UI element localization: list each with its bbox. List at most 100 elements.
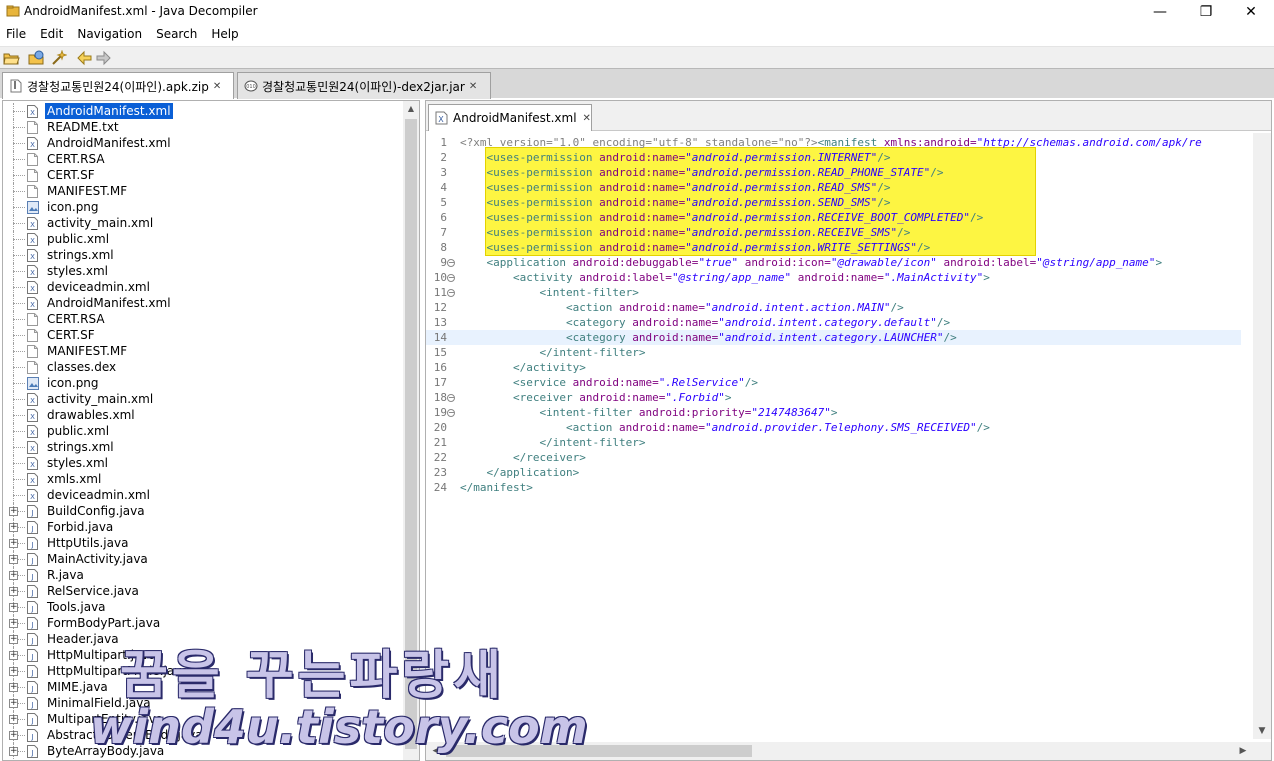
tree-item[interactable]: Xstrings.xml — [3, 247, 405, 263]
fold-toggle-icon[interactable]: − — [447, 394, 455, 402]
code-editor[interactable]: 1 <?xml version="1.0" encoding="utf-8" st… — [426, 133, 1241, 735]
tree-item[interactable]: CERT.SF — [3, 167, 405, 183]
code-token: android:name= — [599, 181, 686, 194]
tree-item[interactable]: + J BuildConfig.java — [3, 503, 405, 519]
editor-tab-androidmanifest[interactable]: X AndroidManifest.xml ✕ — [428, 104, 592, 131]
fold-toggle-icon[interactable]: − — [447, 289, 455, 297]
expand-icon[interactable]: + — [9, 667, 18, 676]
expand-icon[interactable]: + — [9, 571, 18, 580]
tree-item[interactable]: + J HttpMultipart.java — [3, 647, 405, 663]
tree-guide-line — [13, 495, 25, 496]
fold-toggle-icon[interactable]: − — [447, 259, 455, 267]
menu-file[interactable]: File — [0, 24, 34, 44]
code-token: > — [983, 271, 990, 284]
tree-item[interactable]: Xdrawables.xml — [3, 407, 405, 423]
maximize-button[interactable]: ❐ — [1183, 0, 1229, 24]
tree-item[interactable]: X AndroidManifest.xml — [3, 103, 405, 119]
tree-item[interactable]: classes.dex — [3, 359, 405, 375]
tree-item[interactable]: + J MIME.java — [3, 679, 405, 695]
tree-item[interactable]: MANIFEST.MF — [3, 183, 405, 199]
close-tab-icon[interactable]: ✕ — [583, 113, 591, 124]
close-tab-icon[interactable]: ✕ — [213, 81, 221, 92]
expand-icon[interactable]: + — [9, 635, 18, 644]
tree-item[interactable]: README.txt — [3, 119, 405, 135]
tree-item[interactable]: + J HttpMultipartMode.java — [3, 663, 405, 679]
scroll-up-icon[interactable]: ▲ — [403, 101, 419, 117]
expand-icon[interactable]: + — [9, 603, 18, 612]
java-file-icon: J — [27, 521, 39, 534]
expand-icon[interactable]: + — [9, 731, 18, 740]
tree-item-label: Tools.java — [47, 600, 106, 614]
tree-item[interactable]: + J AbstractContentBody.java — [3, 727, 405, 743]
expand-icon[interactable]: + — [9, 523, 18, 532]
tree-item-label: CERT.SF — [47, 168, 95, 182]
editor-horizontal-scrollbar[interactable]: ◀ ▶ — [426, 742, 1271, 760]
tree-item-label: AndroidManifest.xml — [47, 296, 171, 310]
expand-icon[interactable]: + — [9, 683, 18, 692]
tree-item[interactable]: + J R.java — [3, 567, 405, 583]
fold-toggle-icon[interactable]: − — [447, 274, 455, 282]
tree-item[interactable]: CERT.RSA — [3, 151, 405, 167]
line-number: 20 — [433, 421, 447, 434]
close-tab-icon[interactable]: ✕ — [469, 81, 477, 92]
tree-vertical-scrollbar[interactable]: ▲ — [403, 101, 419, 760]
tree-item[interactable]: X AndroidManifest.xml — [3, 295, 405, 311]
expand-icon[interactable]: + — [9, 555, 18, 564]
expand-icon[interactable]: + — [9, 539, 18, 548]
expand-icon[interactable]: + — [9, 651, 18, 660]
tree-item[interactable]: + J HttpUtils.java — [3, 535, 405, 551]
tree-item[interactable]: X AndroidManifest.xml — [3, 135, 405, 151]
tree-item[interactable]: Xstyles.xml — [3, 455, 405, 471]
editor-hscroll-thumb[interactable] — [446, 745, 752, 757]
tree-item[interactable]: Xxmls.xml — [3, 471, 405, 487]
tree-item[interactable]: Xpublic.xml — [3, 423, 405, 439]
tree-item[interactable]: + J MultipartEntity.java — [3, 711, 405, 727]
tree-item[interactable]: Xdeviceadmin.xml — [3, 279, 405, 295]
open-type-icon[interactable] — [28, 50, 45, 66]
scroll-left-icon[interactable]: ◀ — [428, 742, 444, 760]
scroll-down-icon[interactable]: ▼ — [1253, 723, 1271, 739]
open-file-icon[interactable] — [3, 50, 20, 66]
expand-icon[interactable]: + — [9, 715, 18, 724]
menu-edit[interactable]: Edit — [34, 24, 71, 44]
editor-vertical-scrollbar[interactable]: ▼ — [1253, 133, 1271, 739]
tree-item[interactable]: + J RelService.java — [3, 583, 405, 599]
menu-search[interactable]: Search — [150, 24, 205, 44]
tree-item[interactable]: + J MinimalField.java — [3, 695, 405, 711]
tree-item[interactable]: MANIFEST.MF — [3, 343, 405, 359]
tree-item[interactable]: CERT.SF — [3, 327, 405, 343]
tree-item[interactable]: Xstrings.xml — [3, 439, 405, 455]
menu-help[interactable]: Help — [205, 24, 246, 44]
menu-navigation[interactable]: Navigation — [71, 24, 150, 44]
tree-item[interactable]: icon.png — [3, 375, 405, 391]
fold-toggle-icon[interactable]: − — [447, 409, 455, 417]
file-tab-jar[interactable]: 010 경찰청교통민원24(이파인)-dex2jar.jar ✕ — [237, 72, 491, 99]
settings-wand-icon[interactable] — [50, 50, 67, 66]
tree-item[interactable]: Xstyles.xml — [3, 263, 405, 279]
back-icon[interactable] — [76, 50, 93, 66]
tree-item[interactable]: + J Forbid.java — [3, 519, 405, 535]
expand-icon[interactable]: + — [9, 747, 18, 756]
tree-item[interactable]: + J FormBodyPart.java — [3, 615, 405, 631]
tree-item[interactable]: + J Header.java — [3, 631, 405, 647]
tree-item[interactable]: Xactivity_main.xml — [3, 391, 405, 407]
expand-icon[interactable]: + — [9, 699, 18, 708]
tree-item[interactable]: + J ByteArrayBody.java — [3, 743, 405, 759]
tree-item[interactable]: Xdeviceadmin.xml — [3, 487, 405, 503]
expand-icon[interactable]: + — [9, 507, 18, 516]
tree-item[interactable]: + J Tools.java — [3, 599, 405, 615]
tree-scroll-thumb[interactable] — [405, 119, 417, 749]
tree-item[interactable]: + J MainActivity.java — [3, 551, 405, 567]
close-button[interactable]: ✕ — [1228, 0, 1274, 24]
forward-icon[interactable] — [95, 50, 112, 66]
scroll-right-icon[interactable]: ▶ — [1235, 742, 1251, 760]
tree-item[interactable]: Xpublic.xml — [3, 231, 405, 247]
file-tab-apk[interactable]: 경찰청교통민원24(이파인).apk.zip ✕ — [2, 72, 234, 99]
minimize-button[interactable]: — — [1137, 0, 1183, 24]
expand-icon[interactable]: + — [9, 619, 18, 628]
expand-icon[interactable]: + — [9, 587, 18, 596]
tree-item[interactable]: icon.png — [3, 199, 405, 215]
tree-guide-line — [13, 111, 25, 112]
tree-item[interactable]: Xactivity_main.xml — [3, 215, 405, 231]
tree-item[interactable]: CERT.RSA — [3, 311, 405, 327]
